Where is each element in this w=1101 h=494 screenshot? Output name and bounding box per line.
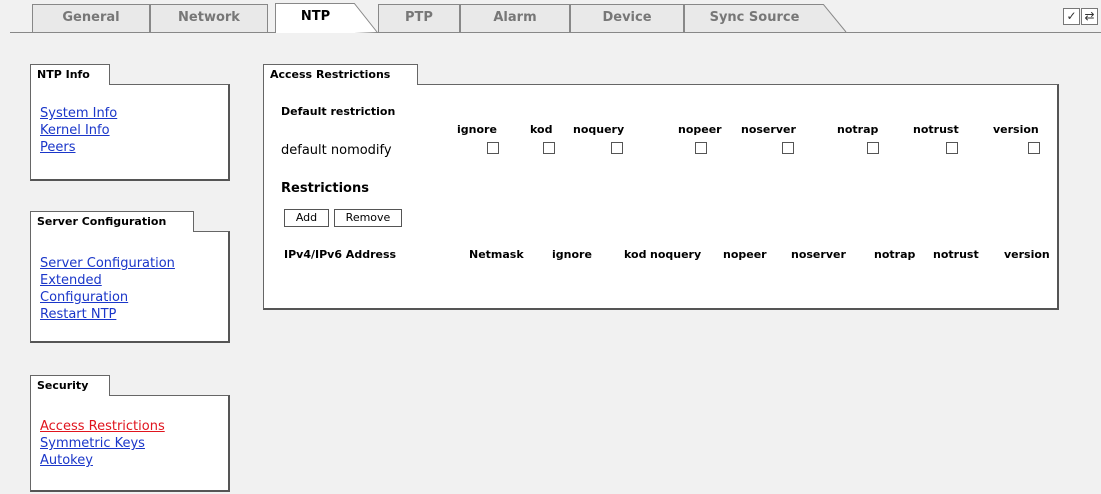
tab-general[interactable]: General: [32, 4, 150, 32]
col-address: IPv4/IPv6 Address: [284, 248, 397, 261]
kod-checkbox[interactable]: [543, 142, 555, 154]
access-restrictions-title: Access Restrictions: [263, 64, 418, 85]
notrap-checkbox[interactable]: [867, 142, 879, 154]
tab-sync-source[interactable]: Sync Source: [684, 4, 824, 32]
reload-icon: ⇄: [1084, 9, 1095, 23]
ntp-info-box: System Info Kernel Info Peers: [30, 84, 230, 181]
version-checkbox[interactable]: [1028, 142, 1040, 154]
notrust-checkbox[interactable]: [946, 142, 958, 154]
col-r-kod: kod: [624, 248, 647, 261]
security-box: Access Restrictions Symmetric Keys Autok…: [30, 395, 230, 492]
col-ignore: ignore: [457, 123, 497, 136]
server-config-title: Server Configuration: [30, 211, 194, 232]
apply-button[interactable]: ✓: [1063, 8, 1080, 25]
server-config-box: Server Configuration Extended Configurat…: [30, 231, 230, 343]
col-version: version: [993, 123, 1039, 136]
tab-ntp[interactable]: NTP: [275, 3, 355, 33]
tab-network[interactable]: Network: [150, 4, 268, 32]
col-r-notrap: notrap: [874, 248, 916, 261]
default-restriction-heading: Default restriction: [281, 105, 396, 118]
tab-ntp-edge: [354, 3, 378, 33]
peers-link[interactable]: Peers: [40, 139, 117, 156]
col-noserver: noserver: [741, 123, 796, 136]
tab-device[interactable]: Device: [570, 4, 684, 32]
restrictions-heading: Restrictions: [281, 181, 369, 196]
ignore-checkbox[interactable]: [487, 142, 499, 154]
col-r-ignore: ignore: [552, 248, 592, 261]
reload-button[interactable]: ⇄: [1081, 8, 1098, 25]
symmetric-keys-link[interactable]: Symmetric Keys: [40, 435, 165, 452]
default-nomodify-label: default nomodify: [281, 143, 392, 158]
restart-ntp-link[interactable]: Restart NTP: [40, 306, 225, 323]
noserver-checkbox[interactable]: [782, 142, 794, 154]
col-kod: kod: [530, 123, 553, 136]
col-r-noquery: noquery: [650, 248, 702, 261]
server-configuration-link[interactable]: Server Configuration: [40, 255, 225, 272]
security-title: Security: [30, 375, 110, 396]
remove-button[interactable]: Remove: [334, 209, 402, 227]
kernel-info-link[interactable]: Kernel Info: [40, 122, 117, 139]
tab-bar: General Network NTP PTP Alarm Device Syn…: [0, 0, 1101, 38]
col-noquery: noquery: [573, 123, 625, 136]
col-r-version: version: [1004, 248, 1050, 261]
autokey-link[interactable]: Autokey: [40, 452, 165, 469]
col-r-nopeer: nopeer: [723, 248, 767, 261]
col-r-notrust: notrust: [933, 248, 979, 261]
col-notrust: notrust: [913, 123, 959, 136]
col-notrap: notrap: [837, 123, 879, 136]
access-restrictions-link[interactable]: Access Restrictions: [40, 418, 165, 435]
access-restrictions-panel: Default restriction ignore kod noquery n…: [263, 84, 1059, 310]
nopeer-checkbox[interactable]: [695, 142, 707, 154]
col-netmask: Netmask: [469, 248, 524, 261]
tab-ptp[interactable]: PTP: [378, 4, 460, 32]
tab-alarm[interactable]: Alarm: [460, 4, 570, 32]
col-nopeer: nopeer: [678, 123, 722, 136]
add-button[interactable]: Add: [284, 209, 329, 227]
check-icon: ✓: [1066, 9, 1077, 23]
extended-configuration-link[interactable]: Extended Configuration: [40, 272, 150, 306]
ntp-info-title: NTP Info: [30, 64, 110, 85]
col-r-noserver: noserver: [791, 248, 846, 261]
tab-sync-source-edge: [823, 4, 847, 32]
system-info-link[interactable]: System Info: [40, 105, 117, 122]
noquery-checkbox[interactable]: [611, 142, 623, 154]
